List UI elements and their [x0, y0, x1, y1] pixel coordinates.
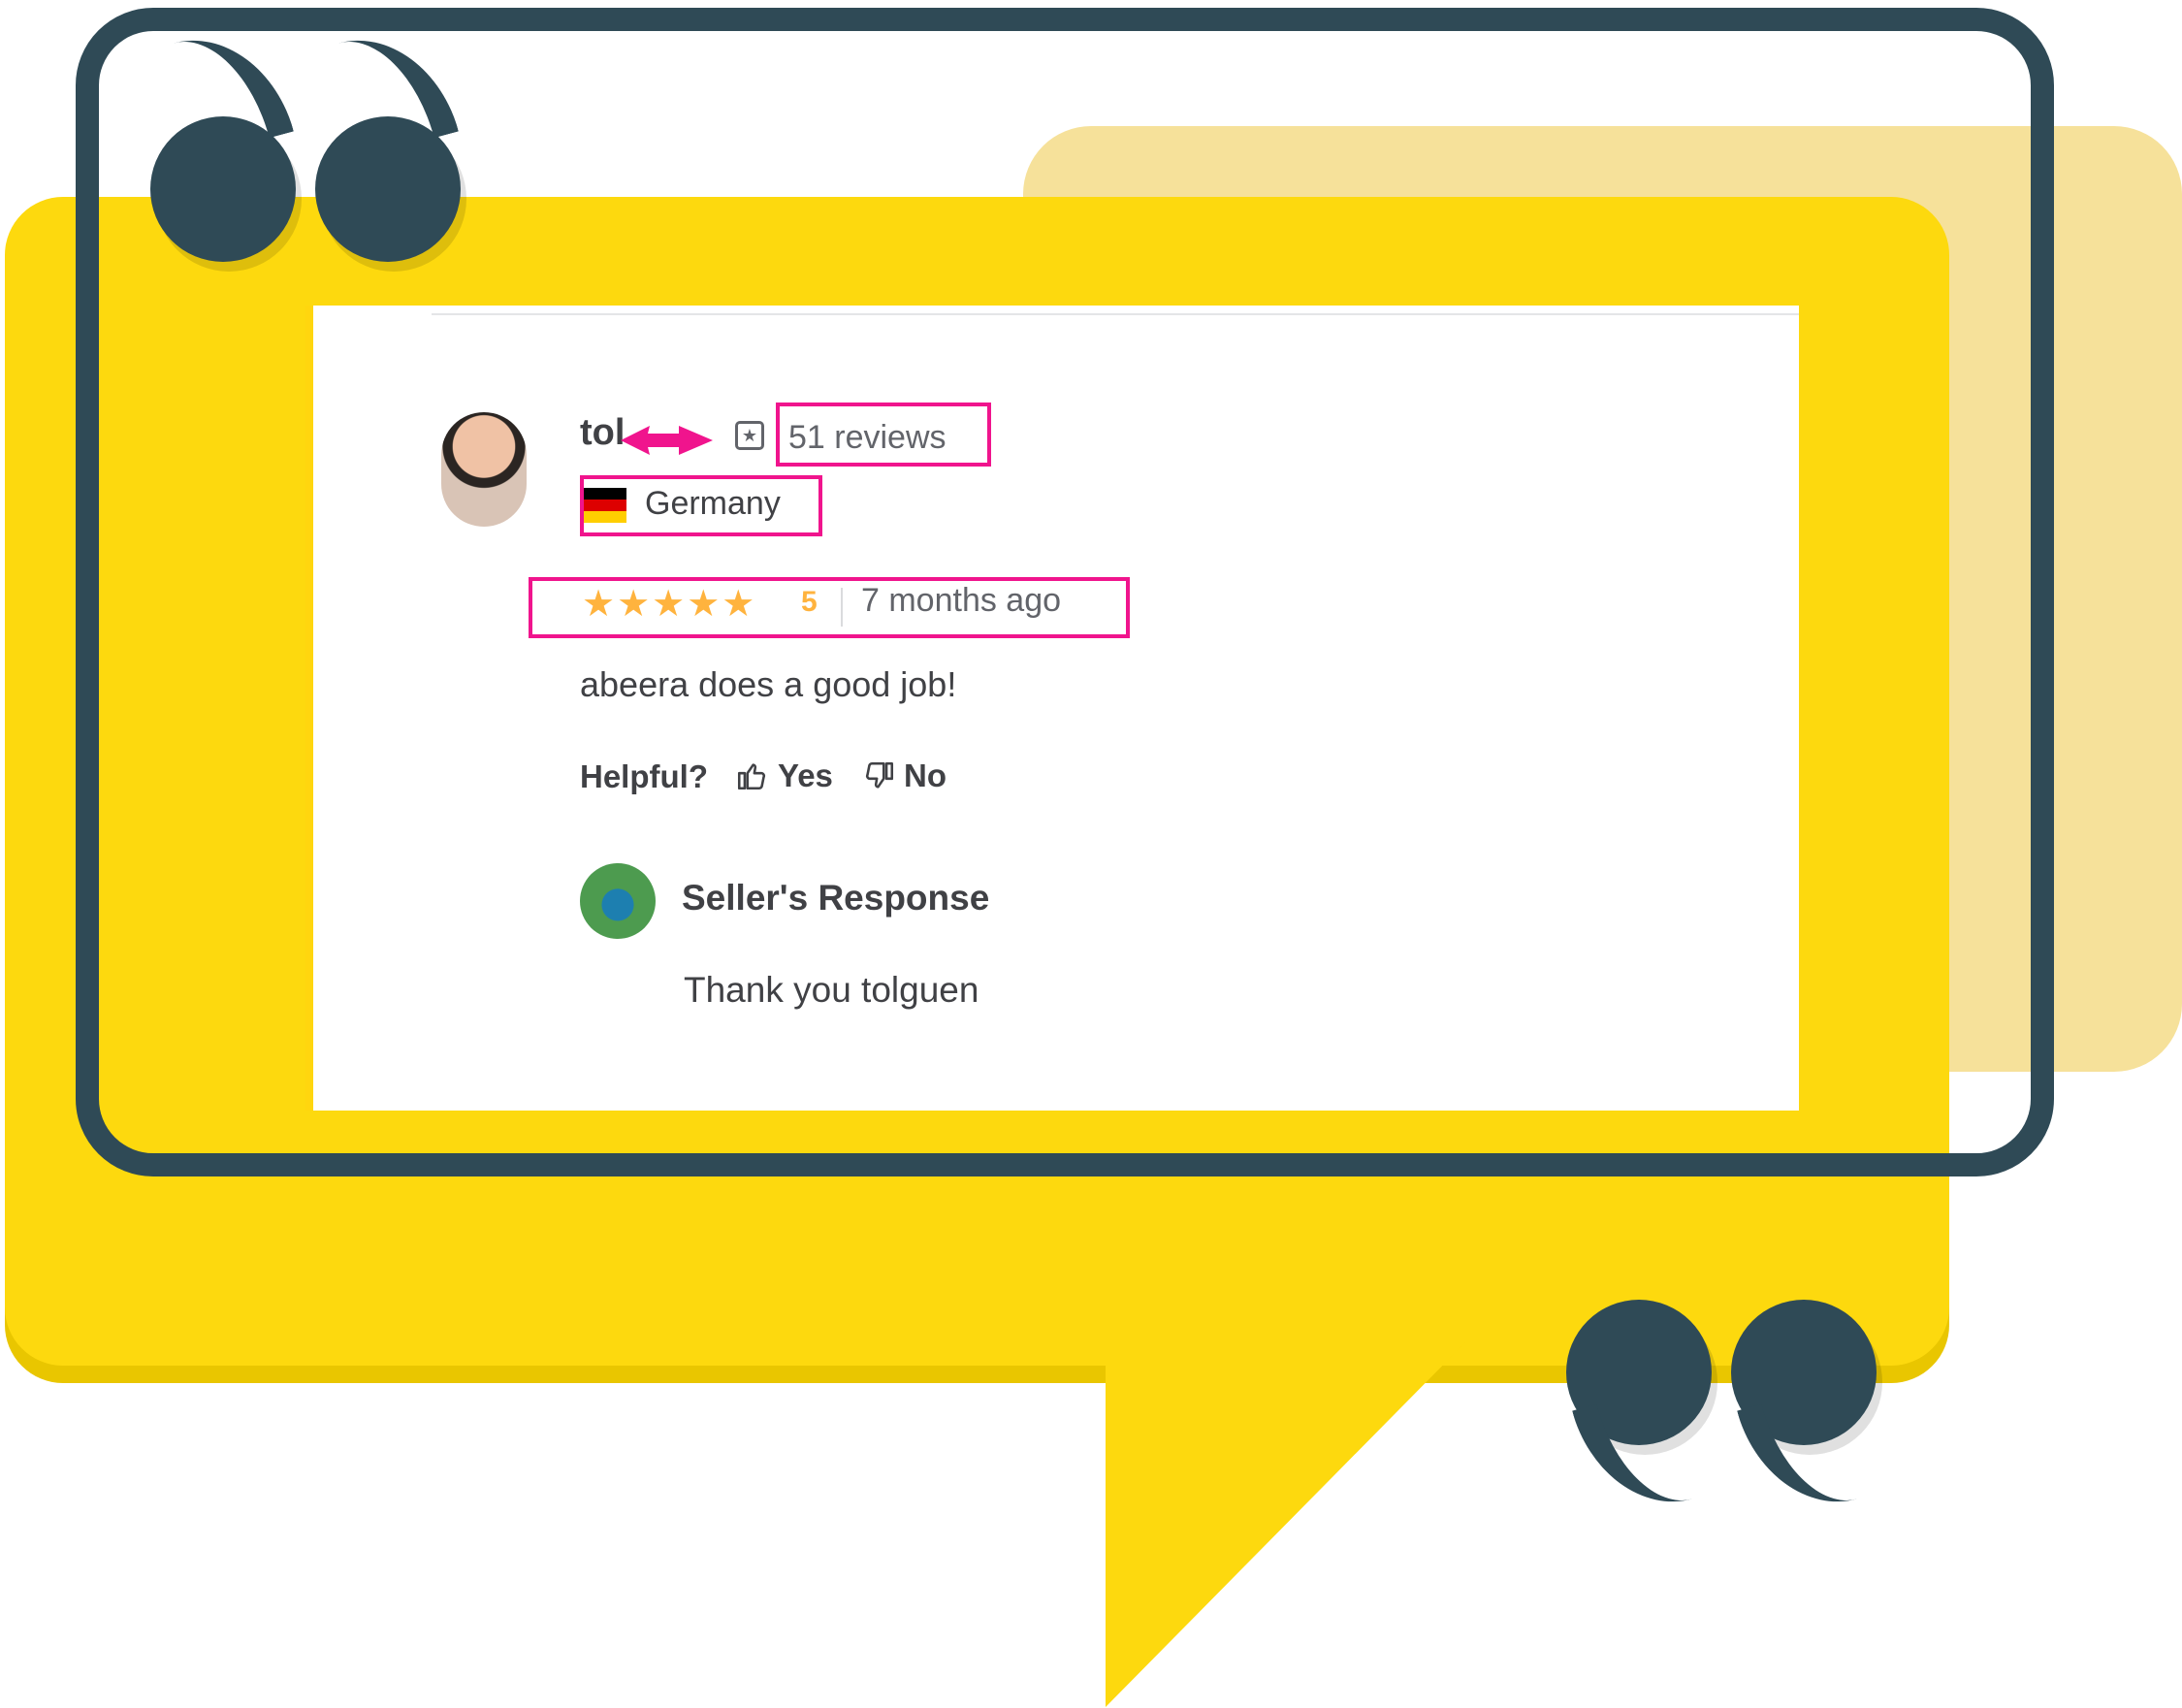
highlight-box	[580, 475, 822, 536]
thumbs-up-icon	[737, 763, 766, 790]
review-screenshot-panel	[305, 306, 1799, 1111]
review-text: abeera does a good job!	[580, 664, 957, 704]
open-quote-icon	[315, 116, 461, 262]
badge-icon: ★	[735, 421, 764, 450]
reviewer-name[interactable]: tol	[580, 412, 625, 454]
divider	[432, 313, 1799, 315]
close-quote-icon	[1731, 1300, 1877, 1445]
thumbs-down-icon	[865, 761, 894, 789]
yes-label: Yes	[778, 757, 833, 793]
redaction-arrow-icon	[621, 426, 713, 455]
highlight-box	[529, 577, 1130, 638]
open-quote-icon	[150, 116, 296, 262]
no-label: No	[904, 757, 947, 793]
helpful-yes-button[interactable]: Yes	[735, 755, 833, 797]
highlight-box	[776, 403, 991, 467]
helpful-no-button[interactable]: No	[863, 755, 947, 797]
speech-bubble-tail	[1106, 1338, 1469, 1707]
helpful-label: Helpful?	[580, 758, 708, 794]
close-quote-icon	[1566, 1300, 1712, 1445]
avatar[interactable]	[441, 412, 527, 527]
seller-response-title: Seller's Response	[682, 878, 990, 918]
seller-response-text: Thank you tolguen	[684, 970, 979, 1010]
seller-avatar[interactable]	[580, 863, 656, 939]
